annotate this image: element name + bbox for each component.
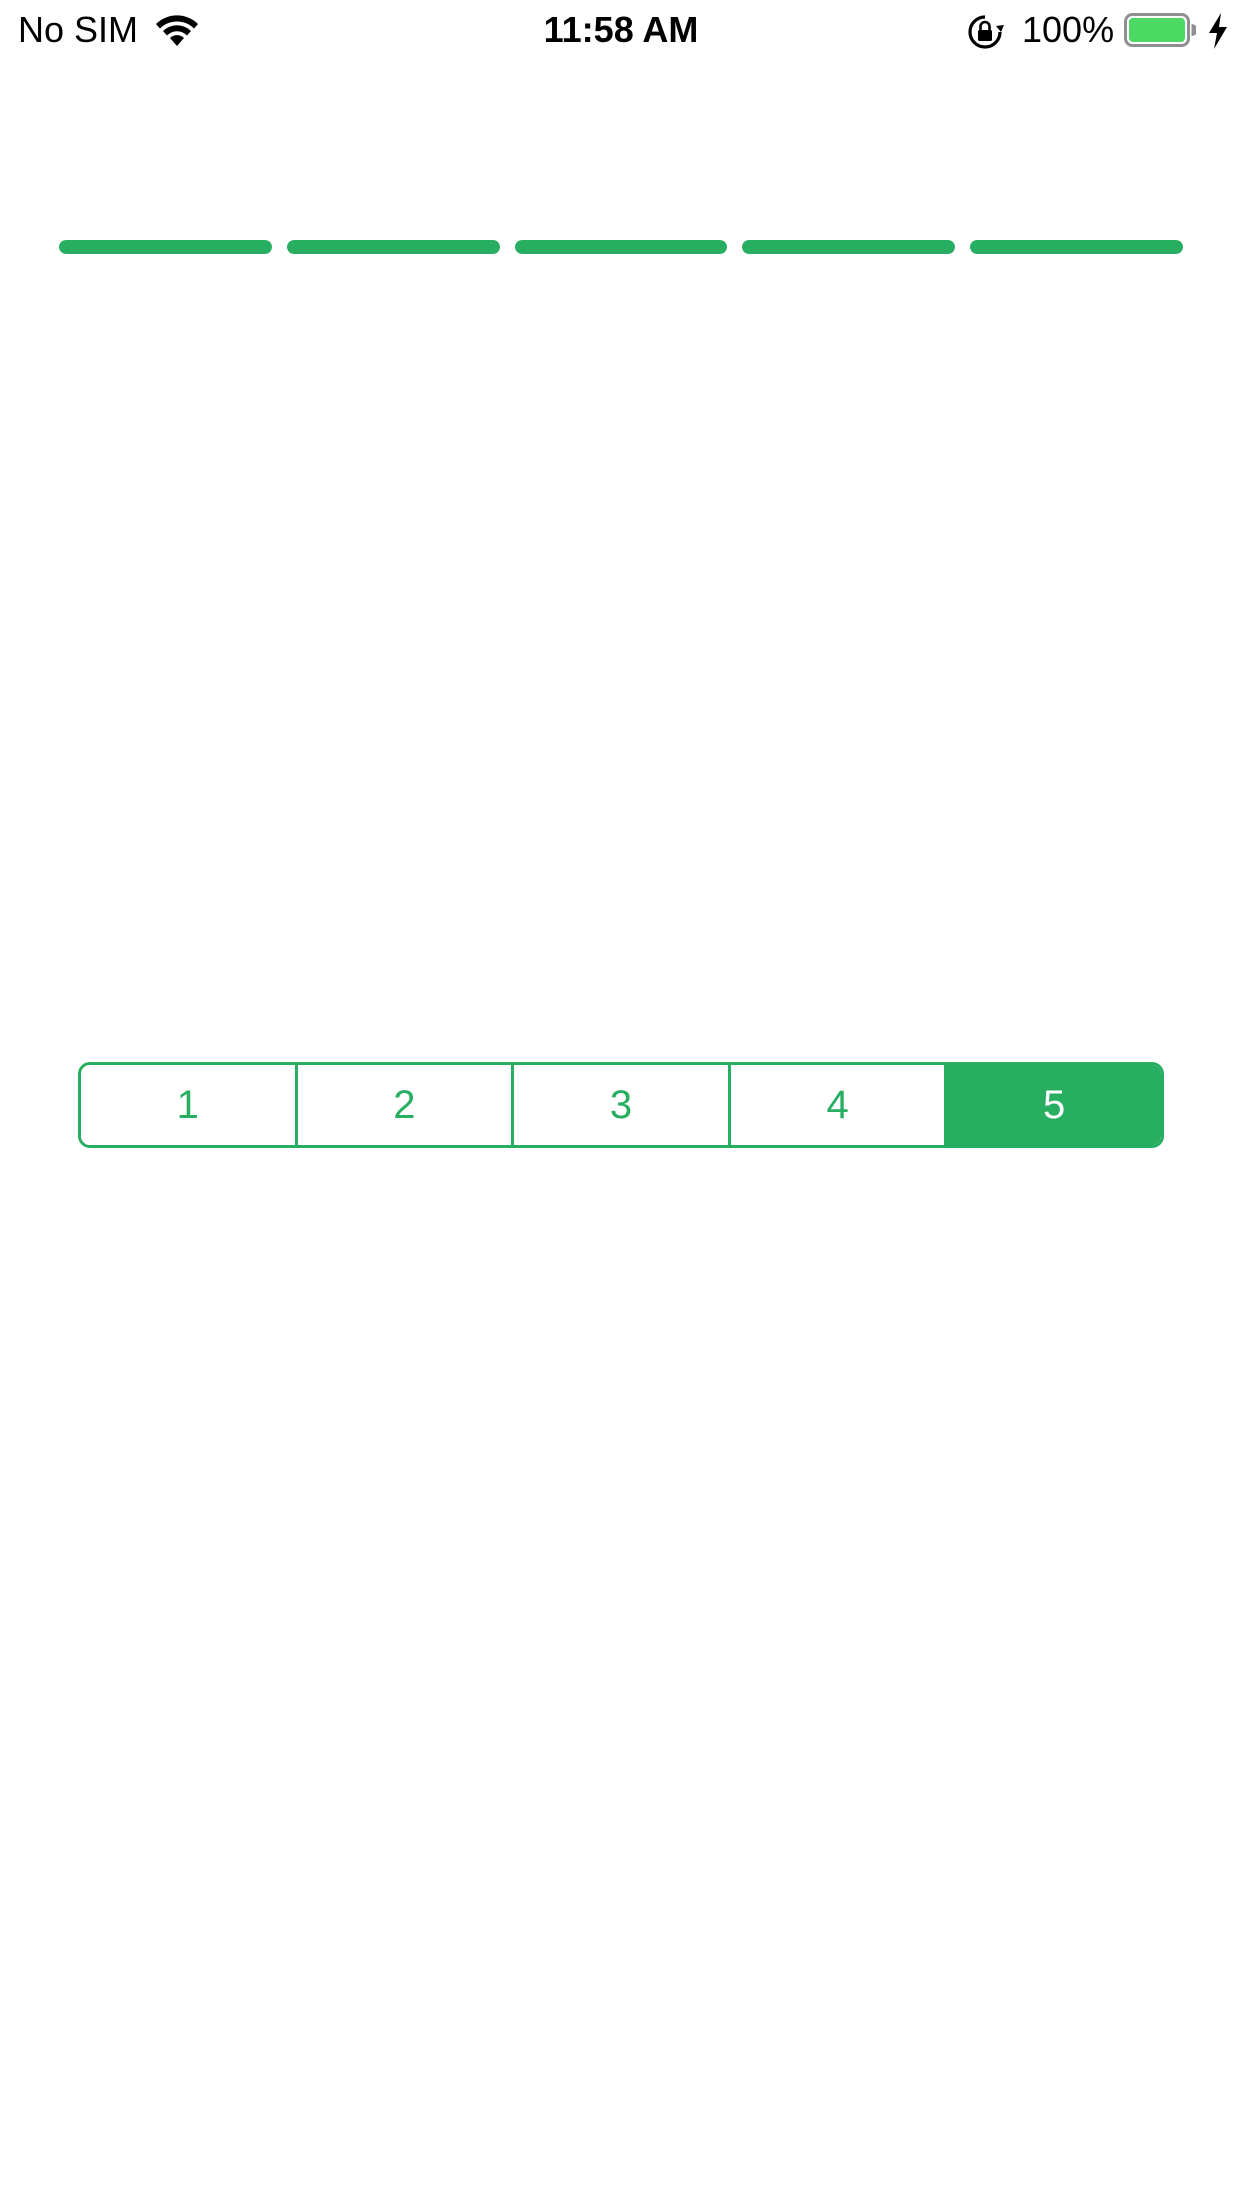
progress-segment bbox=[59, 240, 272, 254]
segment-2[interactable]: 2 bbox=[294, 1065, 512, 1145]
segmented-control: 12345 bbox=[78, 1062, 1164, 1148]
segment-4[interactable]: 4 bbox=[727, 1065, 945, 1145]
segment-3[interactable]: 3 bbox=[511, 1065, 728, 1145]
progress-indicator bbox=[59, 240, 1183, 254]
progress-segment-fill bbox=[970, 240, 1183, 254]
progress-segment-fill bbox=[59, 240, 272, 254]
battery-icon bbox=[1124, 13, 1196, 47]
status-bar: No SIM 11:58 AM 100% bbox=[0, 0, 1242, 62]
progress-segment-fill bbox=[286, 240, 500, 254]
progress-segment bbox=[514, 240, 728, 254]
charging-bolt-icon bbox=[1209, 13, 1227, 49]
battery-percentage: 100% bbox=[1022, 9, 1115, 50]
progress-segment bbox=[742, 240, 956, 254]
progress-segment bbox=[970, 240, 1183, 254]
segment-1[interactable]: 1 bbox=[81, 1065, 295, 1145]
segment-5[interactable]: 5 bbox=[944, 1065, 1161, 1145]
orientation-lock-icon bbox=[968, 15, 1004, 49]
progress-segment-fill bbox=[514, 240, 728, 254]
progress-segment-fill bbox=[742, 240, 956, 254]
progress-segment bbox=[286, 240, 500, 254]
